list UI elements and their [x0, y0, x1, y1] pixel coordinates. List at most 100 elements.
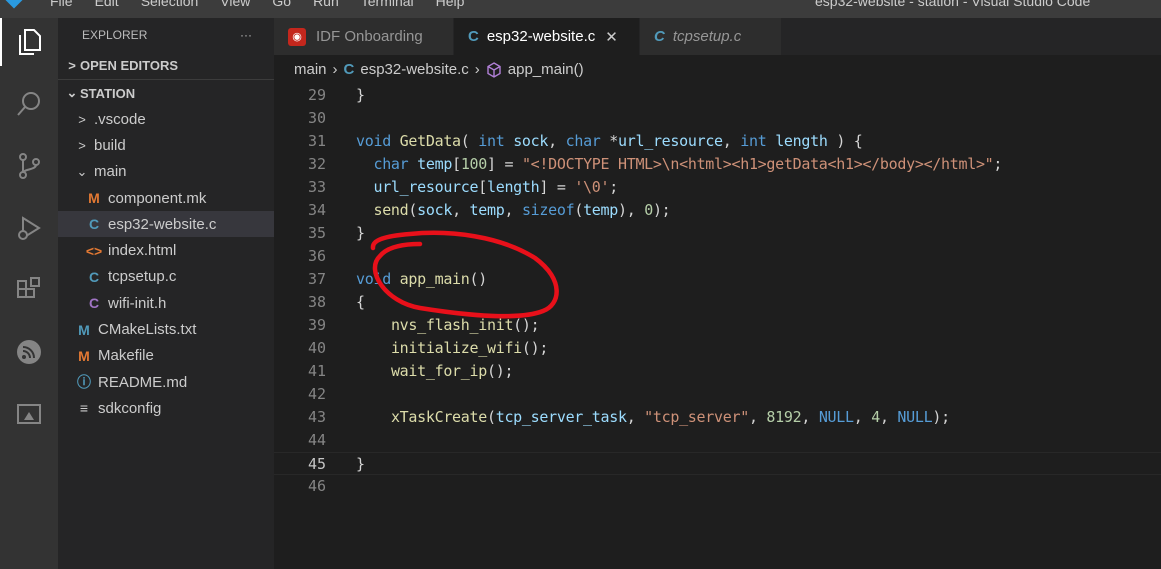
search-icon[interactable]	[0, 80, 58, 128]
breadcrumb-symbol[interactable]: app_main()	[508, 61, 584, 78]
menu-help[interactable]: Help	[436, 0, 465, 9]
code-token: nvs_flash_init	[390, 316, 514, 334]
open-editors-label: OPEN EDITORS	[80, 58, 179, 73]
file-tcpsetup-c[interactable]: Ctcpsetup.c	[58, 264, 274, 290]
line-number: 37	[307, 270, 326, 288]
tab-tcpsetup[interactable]: Ctcpsetup.c	[640, 18, 782, 55]
espressif-icon[interactable]	[0, 328, 58, 376]
menu-run[interactable]: Run	[313, 0, 339, 9]
code-token: url_resource	[373, 178, 479, 196]
folder-vscode[interactable]: > .vscode	[58, 106, 274, 132]
source-control-icon[interactable]	[0, 142, 58, 190]
breadcrumb-file[interactable]: esp32-website.c	[360, 61, 468, 78]
tab-esp32-website[interactable]: Cesp32-website.c ✕	[454, 18, 640, 55]
code-token: temp	[583, 201, 619, 219]
code-token: ,	[504, 201, 522, 219]
extensions-icon[interactable]	[0, 266, 58, 314]
menu-file[interactable]: File	[50, 0, 73, 9]
code-line: 34 send(sock, temp, sizeof(temp), 0);	[274, 199, 1161, 222]
code-token: 8192	[766, 408, 802, 426]
code-token: 100	[460, 155, 488, 173]
file-type-icon: ⓘ	[77, 374, 91, 391]
file-cmakelists-txt[interactable]: M CMakeLists.txt	[58, 316, 274, 342]
file-wifi-init-h[interactable]: Cwifi-init.h	[58, 290, 274, 316]
menu-terminal[interactable]: Terminal	[361, 0, 414, 9]
folder-build[interactable]: > build	[58, 132, 274, 158]
tree-item-label: index.html	[108, 242, 177, 260]
code-token: ,	[452, 201, 470, 219]
code-token: void	[356, 132, 391, 150]
line-number: 32	[307, 155, 326, 173]
tree-item-label: build	[94, 136, 126, 154]
code-line: 46	[274, 475, 1161, 498]
file-type-icon: M	[78, 347, 90, 364]
code-token: initialize_wifi	[390, 339, 522, 357]
line-number: 46	[307, 477, 326, 495]
file-component-mk[interactable]: Mcomponent.mk	[58, 185, 274, 211]
explorer-sidebar: EXPLORER ··· > OPEN EDITORS ⌄ STATION > .vsc…	[58, 18, 274, 569]
menu-go[interactable]: Go	[272, 0, 291, 9]
code-text: initialize_wifi();	[356, 337, 548, 360]
remote-explorer-icon[interactable]	[0, 390, 58, 438]
code-token: ,	[722, 132, 741, 150]
code-token: sock	[417, 201, 453, 219]
code-line: 35}	[274, 222, 1161, 245]
menu-edit[interactable]: Edit	[95, 0, 119, 9]
tree-item-label: tcpsetup.c	[108, 268, 177, 286]
more-actions-button[interactable]: ···	[240, 28, 252, 42]
code-token: [	[452, 155, 461, 173]
chevron-down-icon: ⌄	[66, 85, 78, 100]
menu-selection[interactable]: Selection	[141, 0, 199, 9]
code-editor[interactable]: 29} 30 31 void GetData( int sock, char *url…	[274, 84, 1161, 569]
code-token: ,	[626, 408, 645, 426]
file-esp32-website-c[interactable]: Cesp32-website.c	[58, 211, 274, 238]
code-line: 45}	[274, 452, 1161, 475]
code-token: int	[740, 132, 767, 150]
code-token: int	[478, 132, 505, 150]
close-icon[interactable]: ✕	[605, 28, 618, 46]
code-token: temp	[469, 201, 505, 219]
code-text: wait_for_ip();	[356, 360, 514, 383]
tab-idf-onboarding[interactable]: ◉ IDF Onboarding	[274, 18, 454, 55]
code-token: tcp_server_task	[495, 408, 627, 426]
tree-item-label: esp32-website.c	[108, 215, 217, 233]
file-index-html[interactable]: <> index.html	[58, 237, 274, 263]
code-token: send	[373, 201, 409, 219]
line-number: 44	[307, 431, 326, 449]
window-title: esp32-website - station - Visual Studio …	[815, 0, 1091, 9]
menu-view[interactable]: View	[220, 0, 250, 9]
station-label: STATION	[80, 85, 136, 101]
station-section[interactable]: ⌄ STATION	[58, 79, 274, 106]
code-token: length	[486, 178, 540, 196]
code-token: ] =	[539, 178, 575, 196]
code-token: ();	[521, 339, 549, 357]
code-token: ,	[801, 408, 819, 426]
code-token: "tcp_server"	[644, 408, 749, 426]
code-text: url_resource[length] = '\0';	[356, 176, 618, 199]
line-number: 38	[307, 293, 326, 311]
code-text: void GetData( int sock, char *url_resour…	[356, 130, 863, 153]
code-line: 37 void app_main()	[274, 268, 1161, 291]
line-number: 33	[307, 178, 326, 196]
explorer-title: EXPLORER	[82, 28, 148, 42]
code-token: );	[932, 408, 950, 426]
folder-main[interactable]: ⌄ main	[58, 159, 274, 185]
chevron-right-icon: >	[68, 58, 76, 73]
file-readme-md[interactable]: ⓘ README.md	[58, 369, 274, 395]
file-sdkconfig[interactable]: ≡ sdkconfig	[58, 395, 274, 421]
file-makefile[interactable]: M Makefile	[58, 343, 274, 369]
code-token: (	[486, 408, 496, 426]
method-cube-icon	[487, 61, 501, 78]
breadcrumb-folder[interactable]: main	[294, 61, 327, 78]
open-editors-section[interactable]: > OPEN EDITORS	[58, 52, 274, 79]
files-icon[interactable]	[0, 18, 58, 66]
code-token: '\0'	[574, 178, 610, 196]
code-text: }	[356, 453, 365, 476]
code-line: 42	[274, 383, 1161, 406]
run-debug-icon[interactable]	[0, 204, 58, 252]
